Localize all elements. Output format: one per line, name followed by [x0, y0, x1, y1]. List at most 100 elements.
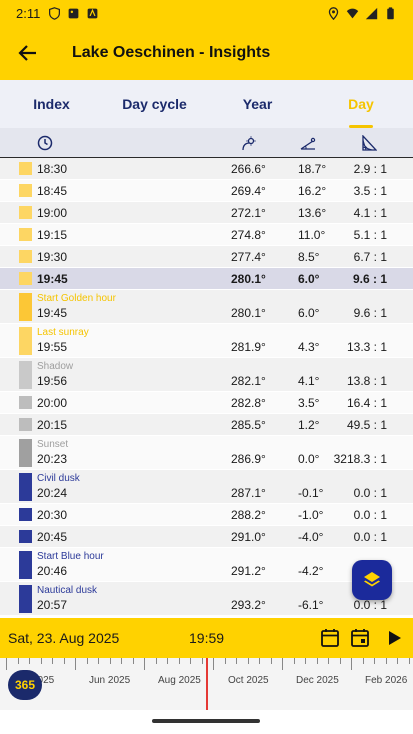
- row-azimuth: 282.8°: [231, 396, 266, 410]
- calendar-today-icon[interactable]: [350, 628, 370, 648]
- tab-day[interactable]: Day: [309, 80, 413, 128]
- tab-index[interactable]: Index: [0, 80, 103, 128]
- row-azimuth: 280.1°: [231, 306, 266, 320]
- table-row[interactable]: 20:45 291.0° -4.0° 0.0 : 1: [0, 526, 413, 548]
- play-icon[interactable]: [384, 628, 404, 648]
- timeline-tick: [213, 658, 214, 670]
- status-time: 2:11: [16, 5, 41, 21]
- timeline-month-label: Jun 2025: [89, 675, 131, 686]
- row-time: 18:30: [37, 162, 68, 176]
- timeline-month-label: Oct 2025: [228, 675, 269, 686]
- row-azimuth: 285.5°: [231, 418, 266, 432]
- phase-color-swatch: [19, 272, 32, 285]
- row-elevation: -1.0°: [298, 508, 324, 522]
- row-shadow-ratio: 13.3 : 1: [346, 340, 387, 354]
- row-elevation: 3.5°: [298, 396, 320, 410]
- days-365-button[interactable]: 365: [8, 670, 42, 700]
- app-bar: Lake Oeschinen - Insights: [0, 26, 413, 80]
- row-elevation: -4.2°: [298, 564, 324, 578]
- table-row[interactable]: 20:00 282.8° 3.5° 16.4 : 1: [0, 392, 413, 414]
- timeline-tick: [386, 658, 387, 664]
- table-row[interactable]: Start Golden hour 19:45 280.1° 6.0° 9.6 : 1: [0, 290, 413, 324]
- row-elevation: 18.7°: [298, 162, 327, 176]
- table-row[interactable]: 19:15 274.8° 11.0° 5.1 : 1: [0, 224, 413, 246]
- table-header: [0, 128, 413, 158]
- timeline-tick: [87, 658, 88, 664]
- row-elevation: 6.0°: [298, 306, 320, 320]
- row-shadow-ratio: 0.0 : 1: [353, 598, 387, 612]
- row-azimuth: 266.6°: [231, 162, 266, 176]
- timeline-cursor[interactable]: [206, 658, 208, 710]
- back-button[interactable]: [0, 26, 56, 80]
- timeline-tick: [75, 658, 76, 670]
- timeline-tick: [98, 658, 99, 664]
- timeline-tick: [190, 658, 191, 664]
- row-shadow-ratio: 6.7 : 1: [353, 250, 387, 264]
- arrow-back-icon: [18, 45, 36, 61]
- row-azimuth: 281.9°: [231, 340, 266, 354]
- phase-color-swatch: [19, 530, 32, 543]
- timeline-tick: [305, 658, 306, 664]
- phase-label: Start Golden hour: [37, 293, 116, 304]
- row-shadow-ratio: 49.5 : 1: [346, 418, 387, 432]
- selected-date[interactable]: Sat, 23. Aug 2025: [8, 630, 119, 646]
- row-time: 19:55: [37, 340, 68, 354]
- table-row[interactable]: Last sunray 19:55 281.9° 4.3° 13.3 : 1: [0, 324, 413, 358]
- phase-color-swatch: [19, 184, 32, 197]
- row-azimuth: 277.4°: [231, 250, 266, 264]
- tab-year[interactable]: Year: [206, 80, 309, 128]
- row-time: 20:57: [37, 598, 68, 612]
- timeline-tick: [282, 658, 283, 670]
- table-row[interactable]: 20:15 285.5° 1.2° 49.5 : 1: [0, 414, 413, 436]
- row-elevation: 4.3°: [298, 340, 320, 354]
- table-row[interactable]: 19:45 280.1° 6.0° 9.6 : 1: [0, 268, 413, 290]
- row-shadow-ratio: 0.0 : 1: [353, 530, 387, 544]
- location-icon: [328, 6, 339, 20]
- table-row[interactable]: 19:30 277.4° 8.5° 6.7 : 1: [0, 246, 413, 268]
- status-bar: 2:11: [0, 0, 413, 26]
- timeline-month-label: Aug 2025: [158, 675, 201, 686]
- table-row[interactable]: Sunset 20:23 286.9° 0.0° 3218.3 : 1: [0, 436, 413, 470]
- timeline-tick: [236, 658, 237, 664]
- row-elevation: -4.0°: [298, 530, 324, 544]
- timeline-tick: [156, 658, 157, 664]
- row-azimuth: 269.4°: [231, 184, 266, 198]
- layers-button[interactable]: [352, 560, 392, 600]
- row-time: 20:15: [37, 418, 68, 432]
- table-row[interactable]: 19:00 272.1° 13.6° 4.1 : 1: [0, 202, 413, 224]
- timeline-tick: [64, 658, 65, 664]
- row-time: 20:30: [37, 508, 68, 522]
- phase-color-swatch: [19, 396, 32, 409]
- phase-color-swatch: [19, 551, 32, 579]
- table-row[interactable]: Shadow 19:56 282.1° 4.1° 13.8 : 1: [0, 358, 413, 392]
- row-time: 19:45: [37, 306, 68, 320]
- phase-color-swatch: [19, 473, 32, 501]
- page-title: Lake Oeschinen - Insights: [72, 44, 271, 61]
- tab-day-cycle[interactable]: Day cycle: [103, 80, 206, 128]
- calendar-icon[interactable]: [320, 628, 340, 648]
- table-row[interactable]: 18:45 269.4° 16.2° 3.5 : 1: [0, 180, 413, 202]
- shadow-ratio-icon: [362, 135, 377, 151]
- row-shadow-ratio: 0.0 : 1: [353, 486, 387, 500]
- timeline-tick: [6, 658, 7, 670]
- row-elevation: 11.0°: [298, 228, 326, 242]
- image-icon: [68, 8, 79, 18]
- row-elevation: 13.6°: [298, 206, 327, 220]
- timeline-scrubber[interactable]: Feb 2026 Dec 2025 Oct 2025 Aug 2025 Jun 2025…: [0, 658, 413, 710]
- row-azimuth: 286.9°: [231, 452, 266, 466]
- row-time: 19:30: [37, 250, 68, 264]
- row-time: 19:45: [37, 272, 68, 286]
- table-row[interactable]: 20:30 288.2° -1.0° 0.0 : 1: [0, 504, 413, 526]
- row-shadow-ratio: 9.6 : 1: [352, 272, 387, 286]
- row-shadow-ratio: 3.5 : 1: [353, 184, 387, 198]
- selected-time[interactable]: 19:59: [189, 630, 224, 646]
- phase-label: Shadow: [37, 361, 74, 372]
- row-elevation: 0.0°: [298, 452, 320, 466]
- row-azimuth: 288.2°: [231, 508, 266, 522]
- table-row[interactable]: 18:30 266.6° 18.7° 2.9 : 1: [0, 158, 413, 180]
- home-indicator[interactable]: [152, 719, 260, 723]
- table-row[interactable]: Civil dusk 20:24 287.1° -0.1° 0.0 : 1: [0, 470, 413, 504]
- row-elevation: 4.1°: [298, 374, 320, 388]
- row-shadow-ratio: 9.6 : 1: [353, 306, 387, 320]
- row-shadow-ratio: 16.4 : 1: [346, 396, 387, 410]
